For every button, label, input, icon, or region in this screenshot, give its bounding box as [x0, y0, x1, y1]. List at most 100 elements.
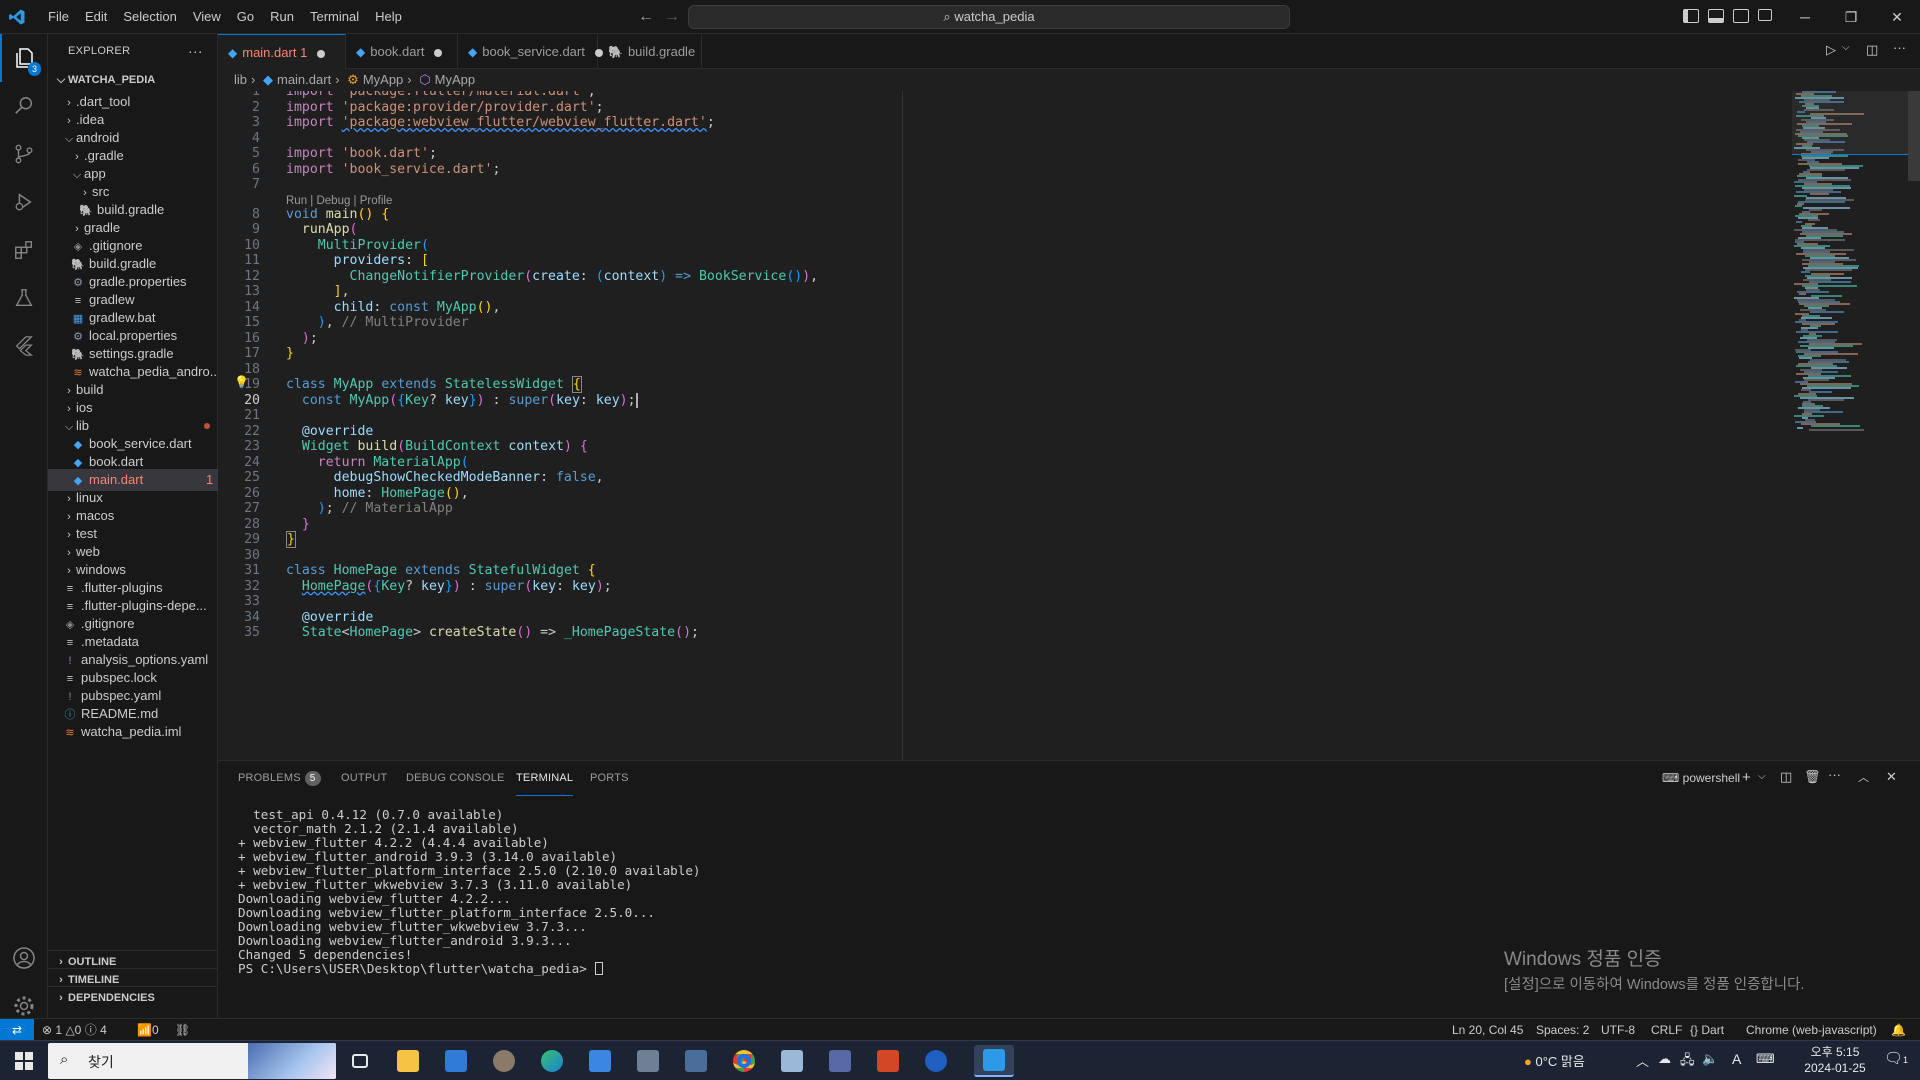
kill-terminal-icon[interactable]: 🗑 [1804, 769, 1821, 785]
menu-edit[interactable]: Edit [77, 0, 115, 34]
language-mode[interactable]: {} Dart [1690, 1019, 1724, 1041]
toggle-panel-icon[interactable] [1708, 9, 1724, 23]
menu-view[interactable]: View [185, 0, 229, 34]
code-line[interactable]: home: HomePage(), [286, 486, 469, 501]
code-line[interactable]: child: const MyApp(), [286, 300, 501, 315]
code-line[interactable]: Widget build(BuildContext context) { [286, 439, 588, 454]
extensions-icon[interactable] [0, 226, 48, 274]
panel-more-icon[interactable]: ··· [1828, 767, 1841, 782]
menu-terminal[interactable]: Terminal [302, 0, 367, 34]
run-dropdown-icon[interactable]: ⌵ [1842, 42, 1850, 53]
scrollbar-thumb[interactable] [1908, 91, 1920, 181]
unsaved-dot-icon[interactable] [317, 49, 326, 58]
testing-flask-icon[interactable] [0, 274, 48, 322]
code-line[interactable]: HomePage({Key? key}) : super(key: key); [286, 579, 612, 594]
line-endings[interactable]: CRLF [1651, 1019, 1682, 1041]
app-icon[interactable] [916, 1045, 956, 1077]
ime-indicator[interactable]: A [1732, 1051, 1741, 1067]
toggle-sidebar-icon[interactable] [1683, 9, 1699, 23]
volume-icon[interactable]: 🔈 [1702, 1051, 1718, 1067]
tab-build-gradle[interactable]: 🐘 build.gradle [598, 34, 702, 69]
menu-file[interactable]: File [40, 0, 77, 34]
code-line[interactable]: } [286, 531, 296, 548]
code-line[interactable]: @override [286, 610, 373, 625]
windows-start-icon[interactable] [4, 1045, 44, 1077]
code-editor[interactable]: 1 import 'package:flutter/material.dart';… [218, 91, 1920, 760]
restore-button[interactable]: ❐ [1828, 0, 1874, 34]
code-line[interactable]: ); // MaterialApp [286, 501, 453, 516]
split-editor-icon[interactable]: ◫ [1866, 42, 1878, 58]
weather-widget[interactable]: ● 0°C 맑음 [1524, 1051, 1585, 1070]
more-actions-icon[interactable]: ··· [188, 34, 203, 69]
notification-center-icon[interactable]: 🗨1 [1884, 1049, 1908, 1067]
code-line[interactable]: import 'package:flutter/material.dart'; [286, 91, 596, 99]
minimize-button[interactable]: ─ [1782, 0, 1828, 34]
forward-arrow-icon[interactable]: → [664, 8, 680, 26]
code-line[interactable]: const MyApp({Key? key}) : super(key: key… [286, 392, 638, 408]
remote-indicator-icon[interactable]: ⇄ [0, 1019, 34, 1041]
flutter-icon[interactable] [0, 322, 48, 370]
code-line[interactable]: import 'package:webview_flutter/webview_… [286, 115, 715, 130]
terminal-shell-selector[interactable]: ⌨ powershell [1662, 771, 1740, 785]
terminal-dropdown-icon[interactable]: ⌵ [1758, 771, 1766, 782]
input-method-icon[interactable]: ⌨ [1756, 1051, 1775, 1067]
onedrive-icon[interactable]: ☁ [1658, 1051, 1671, 1067]
notifications-bell-icon[interactable]: 🔔 [1891, 1019, 1906, 1041]
run-button-icon[interactable]: ▷ [1826, 42, 1836, 58]
close-button[interactable]: ✕ [1874, 0, 1920, 34]
menu-help[interactable]: Help [367, 0, 410, 34]
taskbar-search-box[interactable]: ⌕ 찾기 [48, 1043, 336, 1079]
source-control-icon[interactable] [0, 130, 48, 178]
code-line[interactable]: } [286, 517, 310, 532]
menu-run[interactable]: Run [262, 0, 302, 34]
maximize-panel-icon[interactable]: ︿ [1858, 769, 1869, 785]
menu-selection[interactable]: Selection [115, 0, 184, 34]
mail-icon[interactable] [436, 1045, 476, 1077]
code-line[interactable]: runApp( [286, 222, 358, 237]
explorer-icon[interactable]: 3 [0, 34, 48, 82]
tab-problems[interactable]: PROBLEMS 5 [238, 761, 321, 796]
app-icon[interactable] [676, 1045, 716, 1077]
code-line[interactable]: ChangeNotifierProvider(create: (context)… [286, 269, 819, 284]
chrome-browser-icon[interactable] [724, 1045, 764, 1077]
breadcrumb-item[interactable]: MyApp [363, 72, 403, 87]
code-line[interactable]: debugShowCheckedModeBanner: false, [286, 470, 604, 485]
editor-more-icon[interactable]: ··· [1893, 40, 1906, 55]
task-view-icon[interactable] [340, 1045, 380, 1077]
network-icon[interactable]: 🖧 [1680, 1051, 1695, 1073]
dependencies-section[interactable]: › DEPENDENCIES [48, 986, 218, 1008]
editor-scrollbar[interactable] [1908, 91, 1920, 760]
tab-terminal[interactable]: TERMINAL [516, 761, 574, 796]
tab-book-dart[interactable]: ◆ book.dart [346, 34, 458, 69]
code-line[interactable]: ], [286, 284, 350, 299]
customize-layout-icon[interactable] [1758, 9, 1772, 21]
device-selector[interactable]: Chrome (web-javascript) [1746, 1019, 1877, 1041]
code-line[interactable]: class HomePage extends StatefulWidget { [286, 563, 596, 578]
file-explorer-icon[interactable] [388, 1045, 428, 1077]
breadcrumb-item[interactable]: lib [234, 72, 247, 87]
account-icon[interactable] [0, 934, 48, 982]
code-line[interactable]: import 'book.dart'; [286, 146, 437, 161]
run-debug-icon[interactable] [0, 178, 48, 226]
code-line[interactable]: State<HomePage> createState() => _HomePa… [286, 625, 699, 640]
encoding[interactable]: UTF-8 [1601, 1019, 1635, 1041]
code-lens[interactable]: Run | Debug | Profile [286, 195, 392, 207]
code-line[interactable]: import 'package:provider/provider.dart'; [286, 100, 604, 115]
code-line[interactable]: MultiProvider( [286, 238, 429, 253]
code-line[interactable]: ), // MultiProvider [286, 315, 469, 330]
code-line[interactable]: import 'book_service.dart'; [286, 162, 500, 177]
indentation[interactable]: Spaces: 2 [1536, 1019, 1589, 1041]
tab-book-service-dart[interactable]: ◆ book_service.dart [458, 34, 603, 69]
app-icon[interactable] [772, 1045, 812, 1077]
tab-output[interactable]: OUTPUT [341, 761, 387, 796]
close-panel-icon[interactable]: ✕ [1886, 769, 1897, 785]
code-line[interactable]: providers: [ [286, 253, 429, 268]
workspace-root[interactable]: ⌵ WATCHA_PEDIA [48, 69, 218, 91]
cursor-position[interactable]: Ln 20, Col 45 [1452, 1019, 1523, 1041]
calculator-icon[interactable] [628, 1045, 668, 1077]
command-center-search[interactable]: ⌕ watcha_pedia [688, 5, 1290, 29]
minimap[interactable] [1792, 91, 1908, 760]
code-line[interactable]: return MaterialApp( [286, 455, 469, 470]
search-icon[interactable] [0, 82, 48, 130]
unsaved-dot-icon[interactable] [434, 48, 443, 57]
